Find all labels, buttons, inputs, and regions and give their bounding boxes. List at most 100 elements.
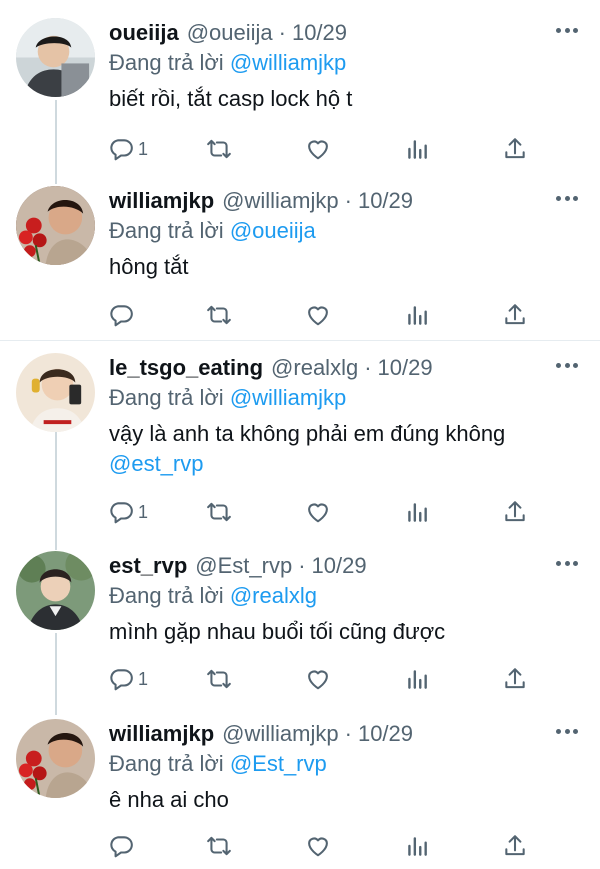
tweet-text: mình gặp nhau buổi tối cũng được (109, 617, 580, 647)
like-icon (305, 833, 331, 859)
views-button[interactable] (404, 300, 430, 330)
share-icon (502, 499, 528, 525)
retweet-button[interactable] (206, 497, 232, 527)
reply-prefix: Đang trả lời (109, 583, 224, 608)
tweet-date[interactable]: 10/29 (358, 186, 413, 216)
tweet-actions (0, 300, 600, 330)
tweet-date[interactable]: 10/29 (312, 551, 367, 581)
views-button[interactable] (404, 664, 430, 694)
tweet-text-content: vậy là anh ta không phải em đúng không (109, 421, 506, 446)
reply-count: 1 (138, 668, 149, 689)
views-button[interactable] (404, 134, 430, 164)
reply-button[interactable]: 1 (108, 664, 148, 694)
retweet-icon (206, 833, 232, 859)
avatar[interactable] (16, 353, 95, 432)
views-icon (404, 136, 430, 162)
reply-prefix: Đang trả lời (109, 218, 224, 243)
share-button[interactable] (502, 664, 528, 694)
separator-dot: · (344, 721, 352, 746)
share-button[interactable] (502, 134, 528, 164)
like-icon (305, 136, 331, 162)
reply-count: 1 (138, 138, 149, 159)
display-name[interactable]: est_rvp (109, 551, 187, 581)
reply-icon (108, 666, 134, 692)
like-button[interactable] (305, 664, 331, 694)
more-icon[interactable] (556, 355, 578, 375)
like-button[interactable] (305, 134, 331, 164)
share-button[interactable] (502, 831, 528, 861)
tweet[interactable]: williamjkp @williamjkp · 10/29 Đang trả … (0, 168, 600, 340)
tweet[interactable]: le_tsgo_eating @realxlg · 10/29 Đang trả… (0, 335, 600, 539)
like-icon (305, 302, 331, 328)
display-name[interactable]: oueiija (109, 18, 179, 48)
tweet[interactable]: est_rvp @Est_rvp · 10/29 Đang trả lời @r… (0, 533, 600, 713)
display-name[interactable]: williamjkp (109, 719, 214, 749)
separator-dot: · (344, 188, 352, 213)
reply-prefix: Đang trả lời (109, 385, 224, 410)
more-icon[interactable] (556, 721, 578, 741)
more-icon[interactable] (556, 188, 578, 208)
reply-button[interactable] (108, 831, 138, 861)
user-handle[interactable]: @oueiija (187, 18, 273, 48)
avatar-image (16, 353, 95, 432)
reply-mention[interactable]: @williamjkp (230, 385, 346, 410)
reply-icon (108, 136, 134, 162)
tweet-mention[interactable]: @est_rvp (109, 449, 580, 479)
tweet-text: biết rồi, tắt casp lock hộ t (109, 84, 580, 114)
display-name[interactable]: williamjkp (109, 186, 214, 216)
like-button[interactable] (305, 831, 331, 861)
reply-mention[interactable]: @Est_rvp (230, 751, 327, 776)
tweet-date[interactable]: 10/29 (358, 719, 413, 749)
user-handle[interactable]: @williamjkp (222, 186, 338, 216)
reply-context: Đang trả lời @oueiija (109, 216, 316, 246)
separator-dot: · (364, 355, 372, 380)
user-handle[interactable]: @realxlg (271, 353, 358, 383)
tweet-date[interactable]: 10/29 (378, 353, 433, 383)
tweet-text-content: ê nha ai cho (109, 787, 229, 812)
retweet-button[interactable] (206, 664, 232, 694)
retweet-button[interactable] (206, 300, 232, 330)
retweet-button[interactable] (206, 831, 232, 861)
tweet-text-content: biết rồi, tắt casp lock hộ t (109, 86, 353, 111)
reply-button[interactable]: 1 (108, 134, 148, 164)
user-handle[interactable]: @williamjkp (222, 719, 338, 749)
reply-mention[interactable]: @williamjkp (230, 50, 346, 75)
reply-context: Đang trả lời @Est_rvp (109, 749, 327, 779)
like-button[interactable] (305, 497, 331, 527)
avatar-image (16, 719, 95, 798)
separator-dot: · (278, 20, 286, 45)
reply-context: Đang trả lời @williamjkp (109, 48, 346, 78)
share-button[interactable] (502, 497, 528, 527)
share-icon (502, 833, 528, 859)
retweet-icon (206, 302, 232, 328)
avatar[interactable] (16, 186, 95, 265)
retweet-button[interactable] (206, 134, 232, 164)
avatar[interactable] (16, 719, 95, 798)
like-button[interactable] (305, 300, 331, 330)
more-icon[interactable] (556, 553, 578, 573)
tweet-text: hông tắt (109, 252, 580, 282)
more-icon[interactable] (556, 20, 578, 40)
tweet[interactable]: oueiija @oueiija · 10/29 Đang trả lời @w… (0, 0, 600, 180)
avatar[interactable] (16, 18, 95, 97)
share-button[interactable] (502, 300, 528, 330)
user-handle[interactable]: @Est_rvp (195, 551, 292, 581)
views-button[interactable] (404, 497, 430, 527)
reply-button[interactable]: 1 (108, 497, 148, 527)
like-icon (305, 666, 331, 692)
views-button[interactable] (404, 831, 430, 861)
views-icon (404, 499, 430, 525)
tweet-actions: 1 (0, 664, 600, 694)
reply-mention[interactable]: @oueiija (230, 218, 316, 243)
retweet-icon (206, 666, 232, 692)
tweet-text: ê nha ai cho (109, 785, 580, 815)
tweet[interactable]: williamjkp @williamjkp · 10/29 Đang trả … (0, 701, 600, 869)
reply-mention[interactable]: @realxlg (230, 583, 317, 608)
display-name[interactable]: le_tsgo_eating (109, 353, 263, 383)
reply-button[interactable] (108, 300, 138, 330)
tweet-date[interactable]: 10/29 (292, 18, 347, 48)
avatar[interactable] (16, 551, 95, 630)
tweet-actions: 1 (0, 134, 600, 164)
views-icon (404, 302, 430, 328)
reply-count: 1 (138, 501, 149, 522)
